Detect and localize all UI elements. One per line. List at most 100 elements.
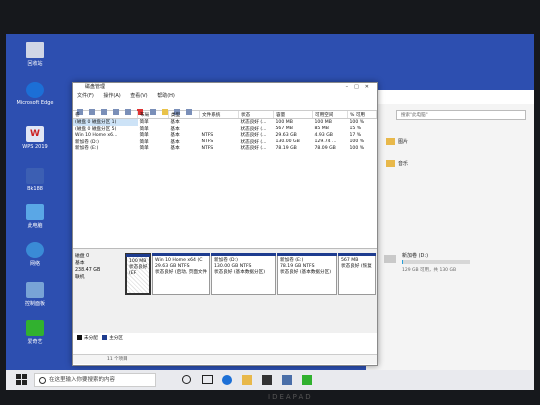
column-header[interactable]: 状态 [238,111,274,119]
disk-mgmt-taskbar-icon[interactable] [282,375,292,385]
network-icon [26,242,44,258]
folder-label: 音乐 [398,161,409,167]
partition-header [338,253,376,256]
column-header[interactable]: 类型 [168,111,200,119]
menu-action[interactable]: 操作(A) [103,93,120,99]
explorer-folder-music[interactable]: 音乐 [386,160,408,167]
menu-help[interactable]: 帮助(H) [157,93,175,99]
control-panel-icon [26,282,44,298]
window-title: 磁盘管理 [85,84,106,90]
column-header[interactable]: 文件系统 [199,111,239,119]
iqiyi-taskbar-icon[interactable] [302,375,312,385]
table-cell: 基本 [170,146,180,152]
desktop-screen: 回收站 Microsoft Edge W WPS 2019 Bk188 此电脑 … [6,34,534,390]
disk-name: 磁盘 0 [75,254,90,259]
desktop-icon-label: 网络 [29,261,40,267]
folder-label: 图片 [398,139,409,145]
wps-icon: W [26,126,44,142]
column-header[interactable]: 容量 [273,111,313,119]
store-taskbar-icon[interactable] [262,375,272,385]
table-cell: (磁盘 0 磁盘分区 1) [73,118,138,126]
windows-logo-icon [22,380,27,385]
table-cell: 状态良好 (... [240,146,267,152]
toolbar [73,100,377,115]
edge-taskbar-icon[interactable] [222,375,232,385]
partition-status: 状态良好 (启动, 页面文件 [155,270,208,275]
network-shortcut[interactable]: 网络 [10,242,60,267]
taskbar-search-input[interactable]: 在这里输入你要搜索的内容 [34,373,156,387]
iqiyi-shortcut[interactable]: 爱奇艺 [10,320,60,345]
column-header[interactable]: % 可用 [347,111,377,119]
table-cell: NTFS [201,145,214,151]
menu-file[interactable]: 文件(F) [77,93,94,99]
legend-label: 主分区 [109,336,123,341]
column-header[interactable]: 卷 [73,111,138,119]
volume-table: 卷 布局 类型 文件系统 状态 容量 可用空间 % 可用 (磁盘 0 磁盘分区 … [73,111,377,152]
disk-info[interactable]: 磁盘 0 基本 238.47 GB 联机 [75,253,121,281]
desktop-icon-label: WPS 2019 [22,144,48,150]
recycle-bin-shortcut[interactable]: 回收站 [10,42,60,67]
desktop-icon-label: Bk188 [27,186,43,192]
windows-logo-icon [16,380,21,385]
column-header[interactable]: 布局 [137,111,169,119]
start-button[interactable] [16,374,27,385]
windows-logo-icon [22,374,27,379]
partition-header [126,254,150,257]
windows-logo-icon [16,374,21,379]
edge-shortcut[interactable]: Microsoft Edge [10,82,60,106]
bk188-shortcut[interactable]: Bk188 [10,168,60,192]
table-cell: 简单 [139,120,149,126]
this-pc-shortcut[interactable]: 此电脑 [10,204,60,229]
taskbar-search-placeholder: 在这里输入你要搜索的内容 [49,377,116,383]
file-explorer-window[interactable]: 搜索"此电脑" 图片 音乐 新加卷 (D:) 129 GB 可用，共 130 G… [366,90,534,370]
task-view-icon[interactable] [202,375,213,384]
taskbar: 在这里输入你要搜索的内容 [6,370,534,390]
iqiyi-icon [26,320,44,336]
menu-bar: 文件(F) 操作(A) 查看(V) 帮助(H) [73,92,377,100]
table-row[interactable]: 新加卷 (E:) 简单 基本 NTFS 状态良好 (... 78.19 GB 78.09 G… [73,145,377,152]
file-explorer-taskbar-icon[interactable] [242,375,252,385]
legend-swatch-unallocated [77,335,82,340]
disk-management-window[interactable]: 磁盘管理 –□✕ 文件(F) 操作(A) 查看(V) 帮助(H) 卷 布局 类型… [72,82,378,366]
partition-header [277,253,337,256]
table-cell: 100 % [349,119,365,125]
partition-status: 状态良好 (EF [129,265,148,276]
explorer-search-input[interactable]: 搜索"此电脑" [396,110,526,120]
disk-status: 联机 [75,275,85,280]
laptop-logo: IDEAPAD [268,393,313,401]
column-header[interactable]: 可用空间 [312,111,348,119]
legend-label: 未分配 [84,336,98,341]
explorer-titlebar [366,90,534,104]
partition-d[interactable]: 新加卷 (D:) 130.00 GB NTFS 状态良好 (基本数据分区) [211,253,276,295]
cortana-icon[interactable] [182,375,191,384]
app-icon [26,168,44,184]
recycle-bin-icon [26,42,44,58]
table-cell: 简单 [139,146,149,152]
partition-c[interactable]: Win 10 Home x64 (C 29.63 GB NTFS 状态良好 (启… [152,253,210,295]
partition-status: 状态良好 (基本数据分区) [214,270,265,275]
drive-label[interactable]: 新加卷 (D:) [402,252,428,259]
window-titlebar: 磁盘管理 –□✕ [73,83,377,92]
folder-icon [386,160,395,167]
desktop-icon-label: Microsoft Edge [16,100,54,106]
window-controls[interactable]: –□✕ [346,83,375,92]
menu-view[interactable]: 查看(V) [130,93,147,99]
control-panel-shortcut[interactable]: 控制面板 [10,282,60,307]
desktop-icon-label: 此电脑 [27,223,43,229]
drive-free-space: 129 GB 可用，共 130 GB [402,268,457,273]
partition-recovery[interactable]: 567 MB 状态良好 (恢复 [338,253,376,295]
table-cell: 100 MB [314,119,332,125]
partition-efi[interactable]: 100 MB 状态良好 (EF [125,253,151,295]
table-cell: 78.19 GB [275,145,297,151]
desktop-icon-label: 爱奇艺 [27,339,43,345]
search-icon [39,377,46,384]
table-row[interactable]: (磁盘 0 磁盘分区 1) 简单 基本 状态良好 (... 100 MB 100 MB 10… [73,118,377,126]
explorer-folder-pictures[interactable]: 图片 [386,138,408,145]
table-cell: 100 % [349,145,365,151]
disk-type: 基本 [75,261,85,266]
partition-e[interactable]: 新加卷 (E:) 78.19 GB NTFS 状态良好 (基本数据分区) [277,253,337,295]
disk-map: 磁盘 0 基本 238.47 GB 联机 100 MB 状态良好 (EF Win… [73,248,377,333]
desktop-icon-label: 回收站 [27,61,43,67]
disk-size: 238.47 GB [75,268,101,273]
wps-shortcut[interactable]: W WPS 2019 [10,126,60,150]
